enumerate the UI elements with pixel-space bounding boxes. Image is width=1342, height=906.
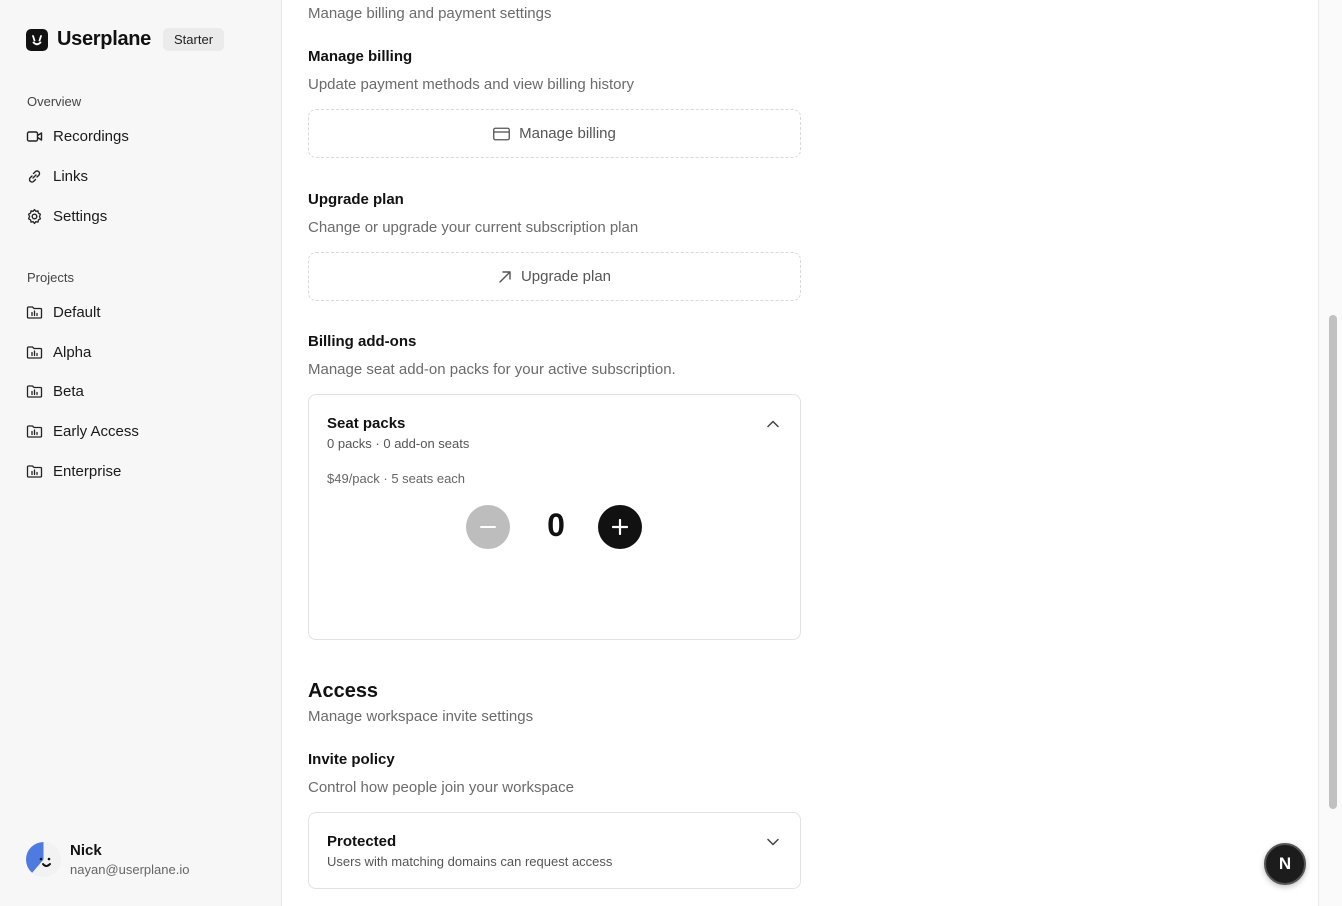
- credit-card-icon: [493, 127, 511, 141]
- chevron-up-icon[interactable]: [766, 417, 780, 431]
- avatar: [26, 842, 61, 877]
- plus-icon: [612, 519, 628, 535]
- sidebar-item-label: Recordings: [53, 127, 129, 145]
- manage-billing-button[interactable]: Manage billing: [308, 109, 801, 158]
- plan-badge: Starter: [163, 28, 225, 51]
- seat-pack-price: $49/pack · 5 seats each: [327, 471, 466, 486]
- gear-icon: [26, 208, 43, 225]
- overview-section-label: Overview: [27, 94, 82, 109]
- seat-pack-count: 0: [547, 507, 565, 543]
- increment-button[interactable]: [598, 505, 642, 549]
- upgrade-plan-button[interactable]: Upgrade plan: [308, 252, 801, 301]
- billing-addons-desc: Manage seat add-on packs for your active…: [308, 361, 676, 378]
- manage-billing-button-label: Manage billing: [519, 125, 616, 142]
- seat-packs-card: Seat packs 0 packs · 0 add-on seats $49/…: [308, 394, 801, 640]
- sidebar-item-label: Alpha: [53, 343, 92, 361]
- dev-tools-button[interactable]: N: [1264, 843, 1306, 885]
- brand-name: Userplane: [57, 28, 152, 50]
- sidebar-item-alpha[interactable]: Alpha: [26, 340, 91, 364]
- minus-icon: [480, 526, 496, 528]
- seat-packs-summary: 0 packs · 0 add-on seats: [327, 436, 470, 451]
- sidebar-item-early-access[interactable]: Early Access: [26, 419, 139, 443]
- invite-policy-select[interactable]: Protected Users with matching domains ca…: [308, 812, 801, 889]
- video-icon: [26, 128, 43, 145]
- manage-billing-title: Manage billing: [308, 48, 413, 65]
- scrollbar-thumb[interactable]: [1329, 315, 1337, 809]
- invite-policy-selected-desc: Users with matching domains can request …: [327, 854, 613, 869]
- access-section-title: Access: [308, 680, 379, 702]
- invite-policy-desc: Control how people join your workspace: [308, 779, 574, 796]
- user-email: nayan@userplane.io: [70, 862, 190, 877]
- sidebar: Userplane Starter Overview Recordings Li…: [0, 0, 282, 906]
- upgrade-plan-desc: Change or upgrade your current subscript…: [308, 219, 639, 236]
- invite-policy-selected: Protected: [327, 833, 397, 850]
- folder-chart-icon: [26, 463, 43, 480]
- upgrade-plan-title: Upgrade plan: [308, 191, 404, 208]
- sidebar-item-default[interactable]: Default: [26, 300, 101, 324]
- folder-chart-icon: [26, 344, 43, 361]
- upgrade-plan-button-label: Upgrade plan: [520, 268, 612, 285]
- seat-packs-title: Seat packs: [327, 415, 406, 432]
- sidebar-item-recordings[interactable]: Recordings: [26, 124, 129, 148]
- brand[interactable]: Userplane Starter: [26, 28, 225, 51]
- sidebar-item-enterprise[interactable]: Enterprise: [26, 459, 121, 483]
- user-profile[interactable]: Nick nayan@userplane.io: [26, 842, 189, 877]
- billing-section-desc: Manage billing and payment settings: [308, 5, 552, 22]
- sidebar-item-links[interactable]: Links: [26, 164, 88, 188]
- decrement-button[interactable]: [466, 505, 510, 549]
- link-icon: [26, 168, 43, 185]
- main-content: Manage billing and payment settings Mana…: [282, 0, 1318, 906]
- folder-chart-icon: [26, 304, 43, 321]
- scrollbar-track[interactable]: [1318, 0, 1342, 906]
- user-name: Nick: [70, 842, 102, 859]
- arrow-up-right-icon: [498, 270, 512, 284]
- sidebar-item-beta[interactable]: Beta: [26, 379, 84, 403]
- access-section-desc: Manage workspace invite settings: [308, 708, 534, 725]
- sidebar-item-settings[interactable]: Settings: [26, 204, 107, 228]
- sidebar-item-label: Enterprise: [53, 462, 122, 480]
- fab-label: N: [1278, 854, 1292, 873]
- manage-billing-desc: Update payment methods and view billing …: [308, 76, 635, 93]
- projects-section-label: Projects: [27, 270, 74, 285]
- folder-chart-icon: [26, 383, 43, 400]
- sidebar-item-label: Beta: [53, 382, 84, 400]
- invite-policy-title: Invite policy: [308, 751, 395, 768]
- userplane-logo: [26, 28, 48, 51]
- chevron-down-icon[interactable]: [766, 835, 780, 849]
- billing-addons-title: Billing add-ons: [308, 333, 417, 350]
- sidebar-item-label: Settings: [53, 207, 108, 225]
- sidebar-item-label: Links: [53, 167, 89, 185]
- sidebar-item-label: Early Access: [53, 422, 139, 440]
- folder-chart-icon: [26, 423, 43, 440]
- sidebar-item-label: Default: [53, 303, 101, 321]
